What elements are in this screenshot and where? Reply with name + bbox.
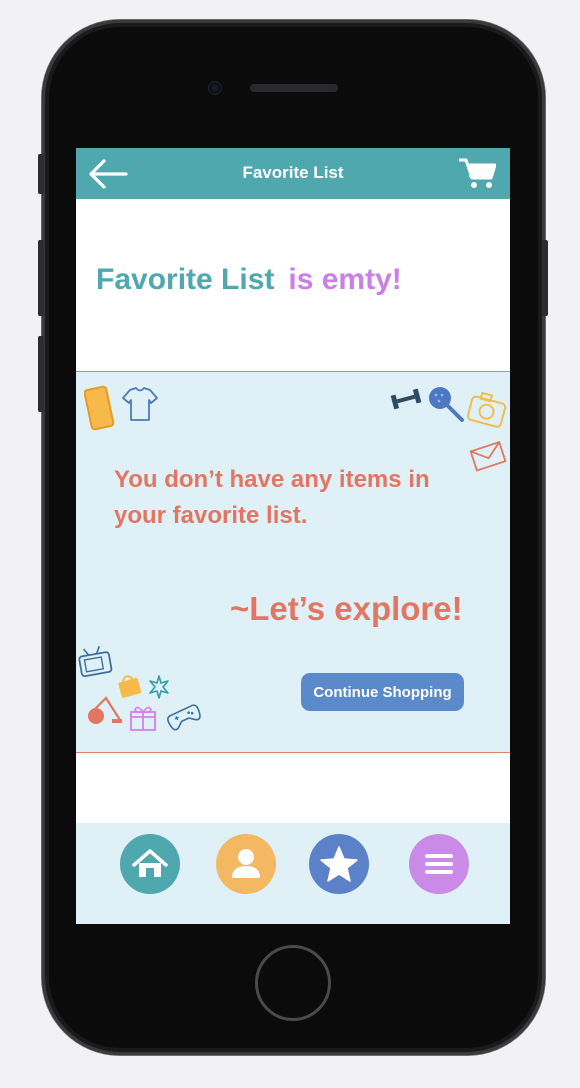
explore-text: ~Let’s explore! <box>230 590 463 627</box>
camera-icon <box>466 391 507 428</box>
volume-up-button <box>38 240 44 316</box>
sparkle-icon <box>149 675 169 699</box>
top-bar: Favorite List <box>76 148 510 199</box>
star-icon <box>309 834 369 894</box>
tshirt-icon <box>122 387 158 421</box>
dumbbell-icon <box>390 388 422 410</box>
page-title: Favorite List <box>242 163 344 182</box>
nav-menu-button[interactable] <box>409 834 469 894</box>
nav-profile-button[interactable] <box>216 834 276 894</box>
mute-switch <box>38 154 44 194</box>
mail-icon <box>469 441 507 472</box>
continue-shopping-button[interactable]: Continue Shopping <box>301 673 464 711</box>
app-screen: Favorite List Favorite List is emty! You… <box>76 148 510 924</box>
vacuum-icon <box>88 696 122 724</box>
front-camera <box>209 82 221 94</box>
tv-icon <box>78 645 113 678</box>
power-button <box>542 240 548 316</box>
empty-heading: Favorite List is emty! <box>96 263 496 297</box>
gift-icon <box>130 706 156 731</box>
menu-icon <box>409 834 469 894</box>
cart-icon[interactable] <box>458 156 496 190</box>
user-icon <box>216 834 276 894</box>
nav-home-button[interactable] <box>120 834 180 894</box>
gamepad-icon <box>167 704 201 731</box>
home-button[interactable] <box>255 945 331 1021</box>
empty-state-panel: You don’t have any items in your favorit… <box>76 371 510 753</box>
volume-down-button <box>38 336 44 412</box>
earpiece-speaker <box>250 84 338 92</box>
heading-is-empty: is emty! <box>288 263 402 296</box>
nav-favorites-button[interactable] <box>309 834 369 894</box>
racket-icon <box>429 387 464 422</box>
empty-message: You don’t have any items in your favorit… <box>114 466 430 529</box>
heading-favorite-list: Favorite List <box>96 263 275 296</box>
home-icon <box>120 834 180 894</box>
bottom-nav <box>76 823 510 924</box>
